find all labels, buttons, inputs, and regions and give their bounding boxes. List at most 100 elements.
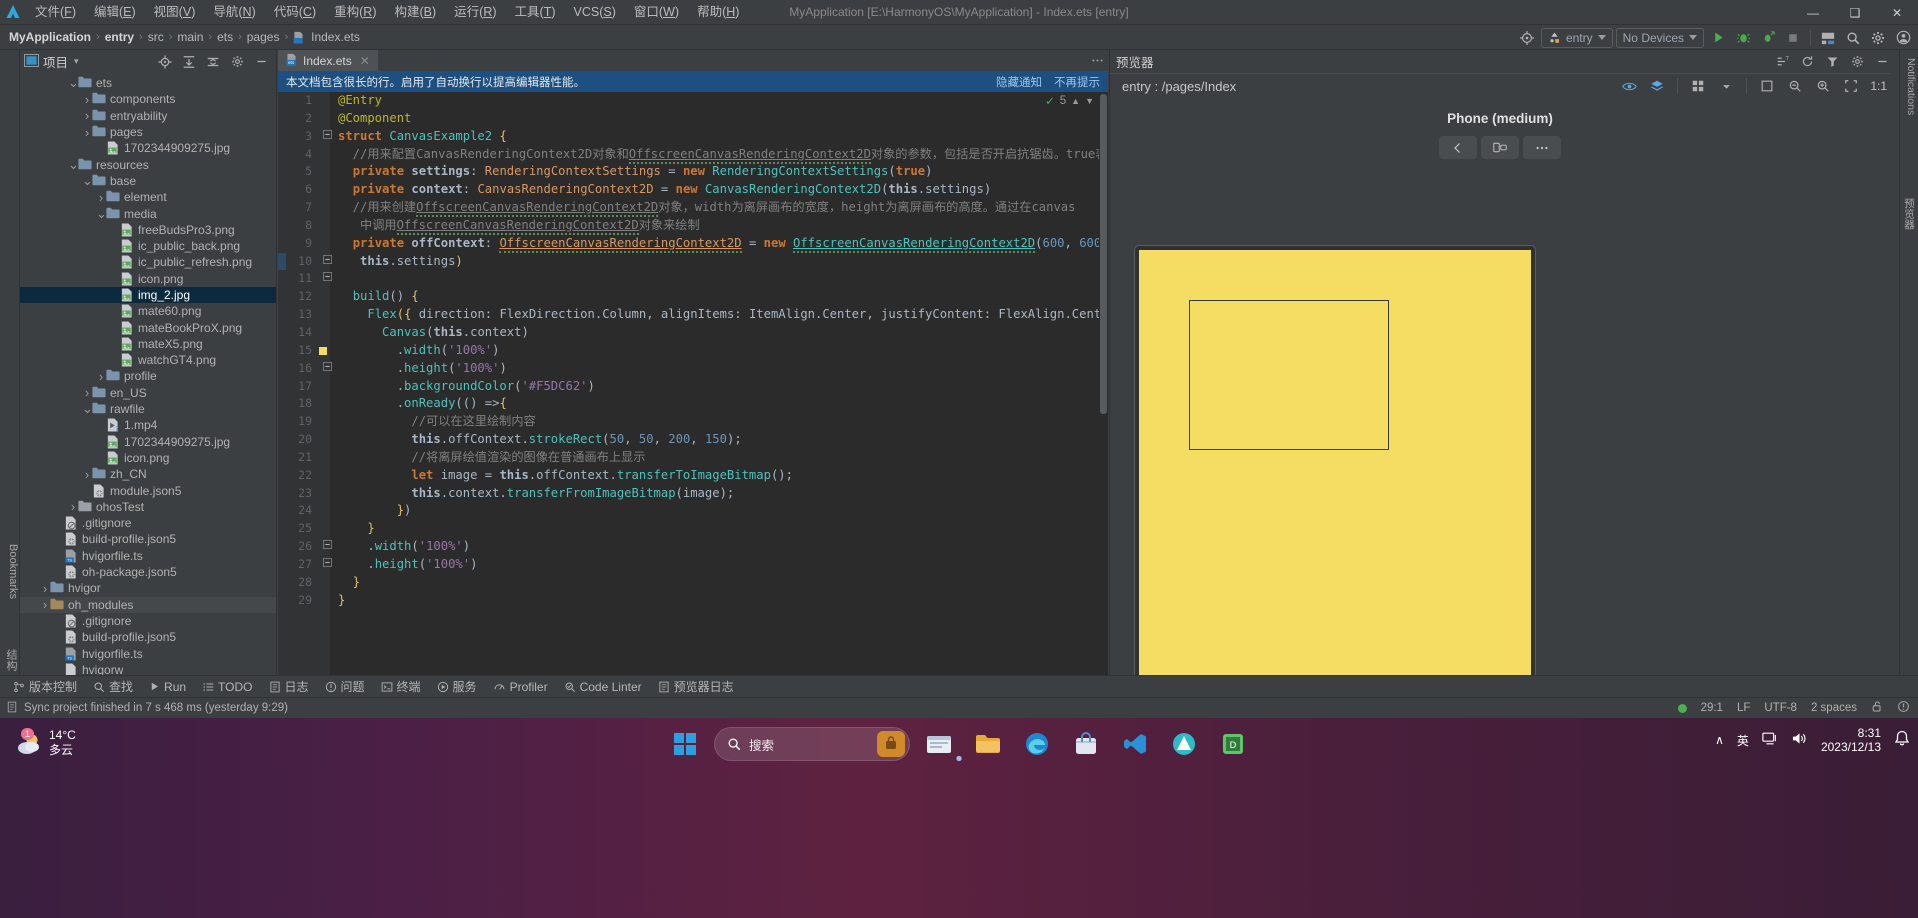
tree-item-watchgt4-png[interactable]: watchGT4.png — [20, 352, 276, 368]
devtool-icon[interactable] — [956, 724, 1204, 764]
caret-position[interactable]: 29:1 — [1701, 702, 1723, 714]
weather-widget[interactable]: 1 14°C 多云 — [16, 728, 76, 758]
menu-item-11[interactable]: 帮助(H) — [688, 2, 748, 23]
breadcrumb-item-4[interactable]: ets — [214, 30, 236, 44]
code-line[interactable]: 20 this.offContext.strokeRect(50, 50, 20… — [278, 431, 1108, 449]
tree-item-pages[interactable]: › pages — [20, 124, 276, 140]
tree-item-icon-png[interactable]: icon.png — [20, 271, 276, 287]
chevron-right-icon[interactable]: › — [96, 369, 106, 384]
refresh-icon[interactable] — [1796, 51, 1818, 72]
code-line[interactable]: 16 .height('100%') — [278, 360, 1108, 378]
menu-item-5[interactable]: 重构(R) — [325, 2, 385, 23]
menu-item-4[interactable]: 代码(C) — [265, 2, 325, 23]
bottom-tool-code-linter[interactable]: Code Linter — [557, 678, 649, 696]
stripe-tab-previewer[interactable]: 预览器 — [1900, 198, 1917, 230]
rotate-icon[interactable] — [1481, 136, 1519, 159]
indent-setting[interactable]: 2 spaces — [1811, 702, 1857, 714]
code-line[interactable]: 19 //可以在这里绘制内容 — [278, 413, 1108, 431]
tree-item--gitignore[interactable]: .gitignore — [20, 613, 276, 629]
tree-item-img-2-jpg[interactable]: img_2.jpg — [20, 286, 276, 304]
file-encoding[interactable]: UTF-8 — [1764, 702, 1797, 714]
volume-icon[interactable] — [1791, 731, 1808, 749]
stripe-tab-bookmarks[interactable]: Bookmarks — [1, 540, 19, 603]
minimize-button[interactable]: — — [1792, 0, 1834, 25]
bottom-tool--[interactable]: 预览器日志 — [651, 676, 741, 697]
account-icon[interactable] — [1892, 27, 1914, 48]
breadcrumb-item-1[interactable]: entry — [102, 30, 137, 44]
copilot-icon[interactable] — [877, 731, 905, 757]
tree-item-base[interactable]: ⌄ base — [20, 173, 276, 189]
tree-item-build-profile-json5[interactable]: build-profile.json5 — [20, 629, 276, 645]
search-icon[interactable]: T — [1771, 51, 1793, 72]
fold-marker-icon[interactable] — [322, 253, 332, 271]
breadcrumb-item-2[interactable]: src — [145, 30, 167, 44]
code-line[interactable]: 15 .width('100%') — [278, 342, 1108, 360]
fold-marker-icon[interactable] — [322, 360, 332, 378]
menu-item-3[interactable]: 导航(N) — [204, 2, 264, 23]
menu-item-1[interactable]: 编辑(E) — [85, 2, 145, 23]
stop-icon[interactable] — [1782, 27, 1804, 48]
code-line[interactable]: 13 Flex({ direction: FlexDirection.Colum… — [278, 306, 1108, 324]
taskbar-search[interactable]: 搜索 — [714, 727, 910, 761]
editor-scrollbar[interactable] — [1099, 92, 1108, 675]
code-line[interactable]: 12 build() { — [278, 288, 1108, 306]
tree-item-ohostest[interactable]: › ohosTest — [20, 499, 276, 515]
chevron-up-icon[interactable]: ▲ — [1071, 96, 1080, 106]
chevron-right-icon[interactable]: › — [82, 385, 92, 400]
filter-icon[interactable] — [1821, 51, 1843, 72]
tree-item-profile[interactable]: › profile — [20, 368, 276, 384]
tray-expand-icon[interactable]: ∧ — [1715, 733, 1724, 747]
code-line[interactable]: 14 Canvas(this.context) — [278, 324, 1108, 342]
code-line[interactable]: 8 中调用OffscreenCanvasRenderingContext2D对象… — [278, 217, 1108, 235]
tree-item-matebookprox-png[interactable]: mateBookProX.png — [20, 319, 276, 335]
color-preview-swatch[interactable] — [319, 346, 327, 355]
code-line[interactable]: 25 } — [278, 520, 1108, 538]
fold-marker-icon[interactable] — [322, 556, 332, 574]
tree-item-mate60-png[interactable]: mate60.png — [20, 303, 276, 319]
tree-item-hvigorfile-ts[interactable]: TS hvigorfile.ts — [20, 548, 276, 564]
file-explorer-icon[interactable] — [919, 724, 962, 764]
tree-item-build-profile-json5[interactable]: build-profile.json5 — [20, 531, 276, 547]
chevron-down-icon[interactable]: ⌄ — [68, 158, 79, 171]
edge-icon[interactable] — [956, 724, 1057, 764]
vscode-icon[interactable] — [956, 724, 1155, 764]
close-icon[interactable]: ✕ — [360, 54, 370, 68]
menu-item-6[interactable]: 构建(B) — [385, 2, 445, 23]
chevron-down-icon[interactable]: ⌄ — [82, 402, 93, 415]
breadcrumb-item-6[interactable]: Index.ets — [308, 30, 363, 44]
fold-marker-icon[interactable] — [322, 128, 332, 146]
editor-tab-index-ets[interactable]: ets Index.ets ✕ — [278, 50, 378, 71]
hide-panel-icon[interactable] — [250, 51, 272, 72]
back-icon[interactable] — [1439, 136, 1477, 159]
layers-icon[interactable] — [1646, 76, 1668, 97]
code-line[interactable]: 18 .onReady(() =>{ — [278, 395, 1108, 413]
tree-item-media[interactable]: ⌄ media — [20, 205, 276, 221]
code-line[interactable]: 29} — [278, 592, 1108, 610]
breadcrumb-item-0[interactable]: MyApplication — [6, 30, 94, 44]
device-manager-icon[interactable] — [1817, 27, 1839, 48]
start-icon[interactable] — [665, 724, 705, 764]
editor-scrollbar-thumb[interactable] — [1100, 94, 1107, 414]
chevron-right-icon[interactable]: › — [40, 597, 50, 612]
code-line[interactable]: 1 @Entry — [278, 92, 1108, 110]
debug-icon[interactable] — [1732, 27, 1754, 48]
code-line[interactable]: 10 this.settings) — [278, 253, 1108, 271]
chevron-down-icon[interactable]: ⌄ — [68, 76, 79, 89]
collapse-all-icon[interactable] — [202, 51, 224, 72]
tree-item-freebudspro3-png[interactable]: freeBudsPro3.png — [20, 222, 276, 238]
tree-item--gitignore[interactable]: .gitignore — [20, 515, 276, 531]
chevron-down-icon[interactable]: ▾ — [74, 56, 79, 67]
tree-item-oh-modules[interactable]: › oh_modules — [20, 596, 276, 613]
tree-item-components[interactable]: › components — [20, 91, 276, 107]
bottom-tool--[interactable]: 问题 — [318, 676, 372, 697]
inspection-icon[interactable] — [1897, 700, 1910, 716]
eye-icon[interactable] — [1618, 76, 1640, 97]
ime-indicator[interactable]: 英 — [1737, 732, 1749, 749]
tree-item-ets[interactable]: ⌄ ets — [20, 75, 276, 91]
code-line[interactable]: 5 private settings: RenderingContextSett… — [278, 163, 1108, 181]
code-line[interactable]: 2 @Component — [278, 110, 1108, 128]
menu-item-9[interactable]: VCS(S) — [565, 2, 625, 23]
code-line[interactable]: 21 //将离屏绘值渲染的图像在普通画布上显示 — [278, 449, 1108, 467]
locate-icon[interactable] — [154, 51, 176, 72]
maximize-button[interactable]: ❑ — [1834, 0, 1876, 25]
